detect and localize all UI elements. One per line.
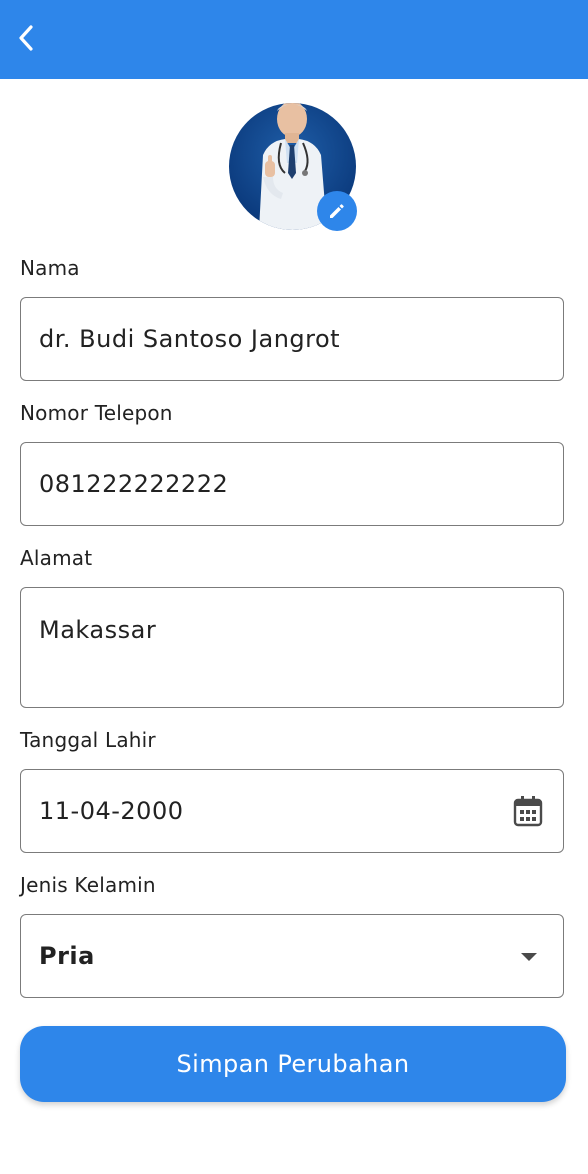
dropdown-arrow-icon <box>521 953 537 961</box>
telepon-value: 081222222222 <box>39 470 229 498</box>
jenis-kelamin-value: Pria <box>39 942 95 970</box>
edit-photo-button[interactable] <box>317 191 357 231</box>
tanggal-lahir-value: 11-04-2000 <box>39 797 184 825</box>
pencil-icon <box>330 204 344 218</box>
telepon-label: Nomor Telepon <box>20 401 173 425</box>
alamat-label: Alamat <box>20 546 93 570</box>
nama-value: dr. Budi Santoso Jangrot <box>39 325 341 353</box>
tanggal-lahir-field[interactable]: 11-04-2000 <box>20 769 564 853</box>
nama-label: Nama <box>20 256 80 280</box>
tanggal-lahir-label: Tanggal Lahir <box>20 728 156 752</box>
telepon-field[interactable]: 081222222222 <box>20 442 564 526</box>
save-button[interactable]: Simpan Perubahan <box>20 1026 566 1102</box>
jenis-kelamin-dropdown[interactable]: Pria <box>20 914 564 998</box>
alamat-value: Makassar <box>39 616 157 644</box>
calendar-icon[interactable] <box>513 795 543 827</box>
jenis-kelamin-label: Jenis Kelamin <box>20 873 156 897</box>
alamat-field[interactable]: Makassar <box>20 587 564 708</box>
profile-photo <box>229 103 357 231</box>
nama-field[interactable]: dr. Budi Santoso Jangrot <box>20 297 564 381</box>
back-button[interactable] <box>8 18 44 58</box>
chevron-left-icon <box>19 25 33 51</box>
app-bar <box>0 0 588 79</box>
